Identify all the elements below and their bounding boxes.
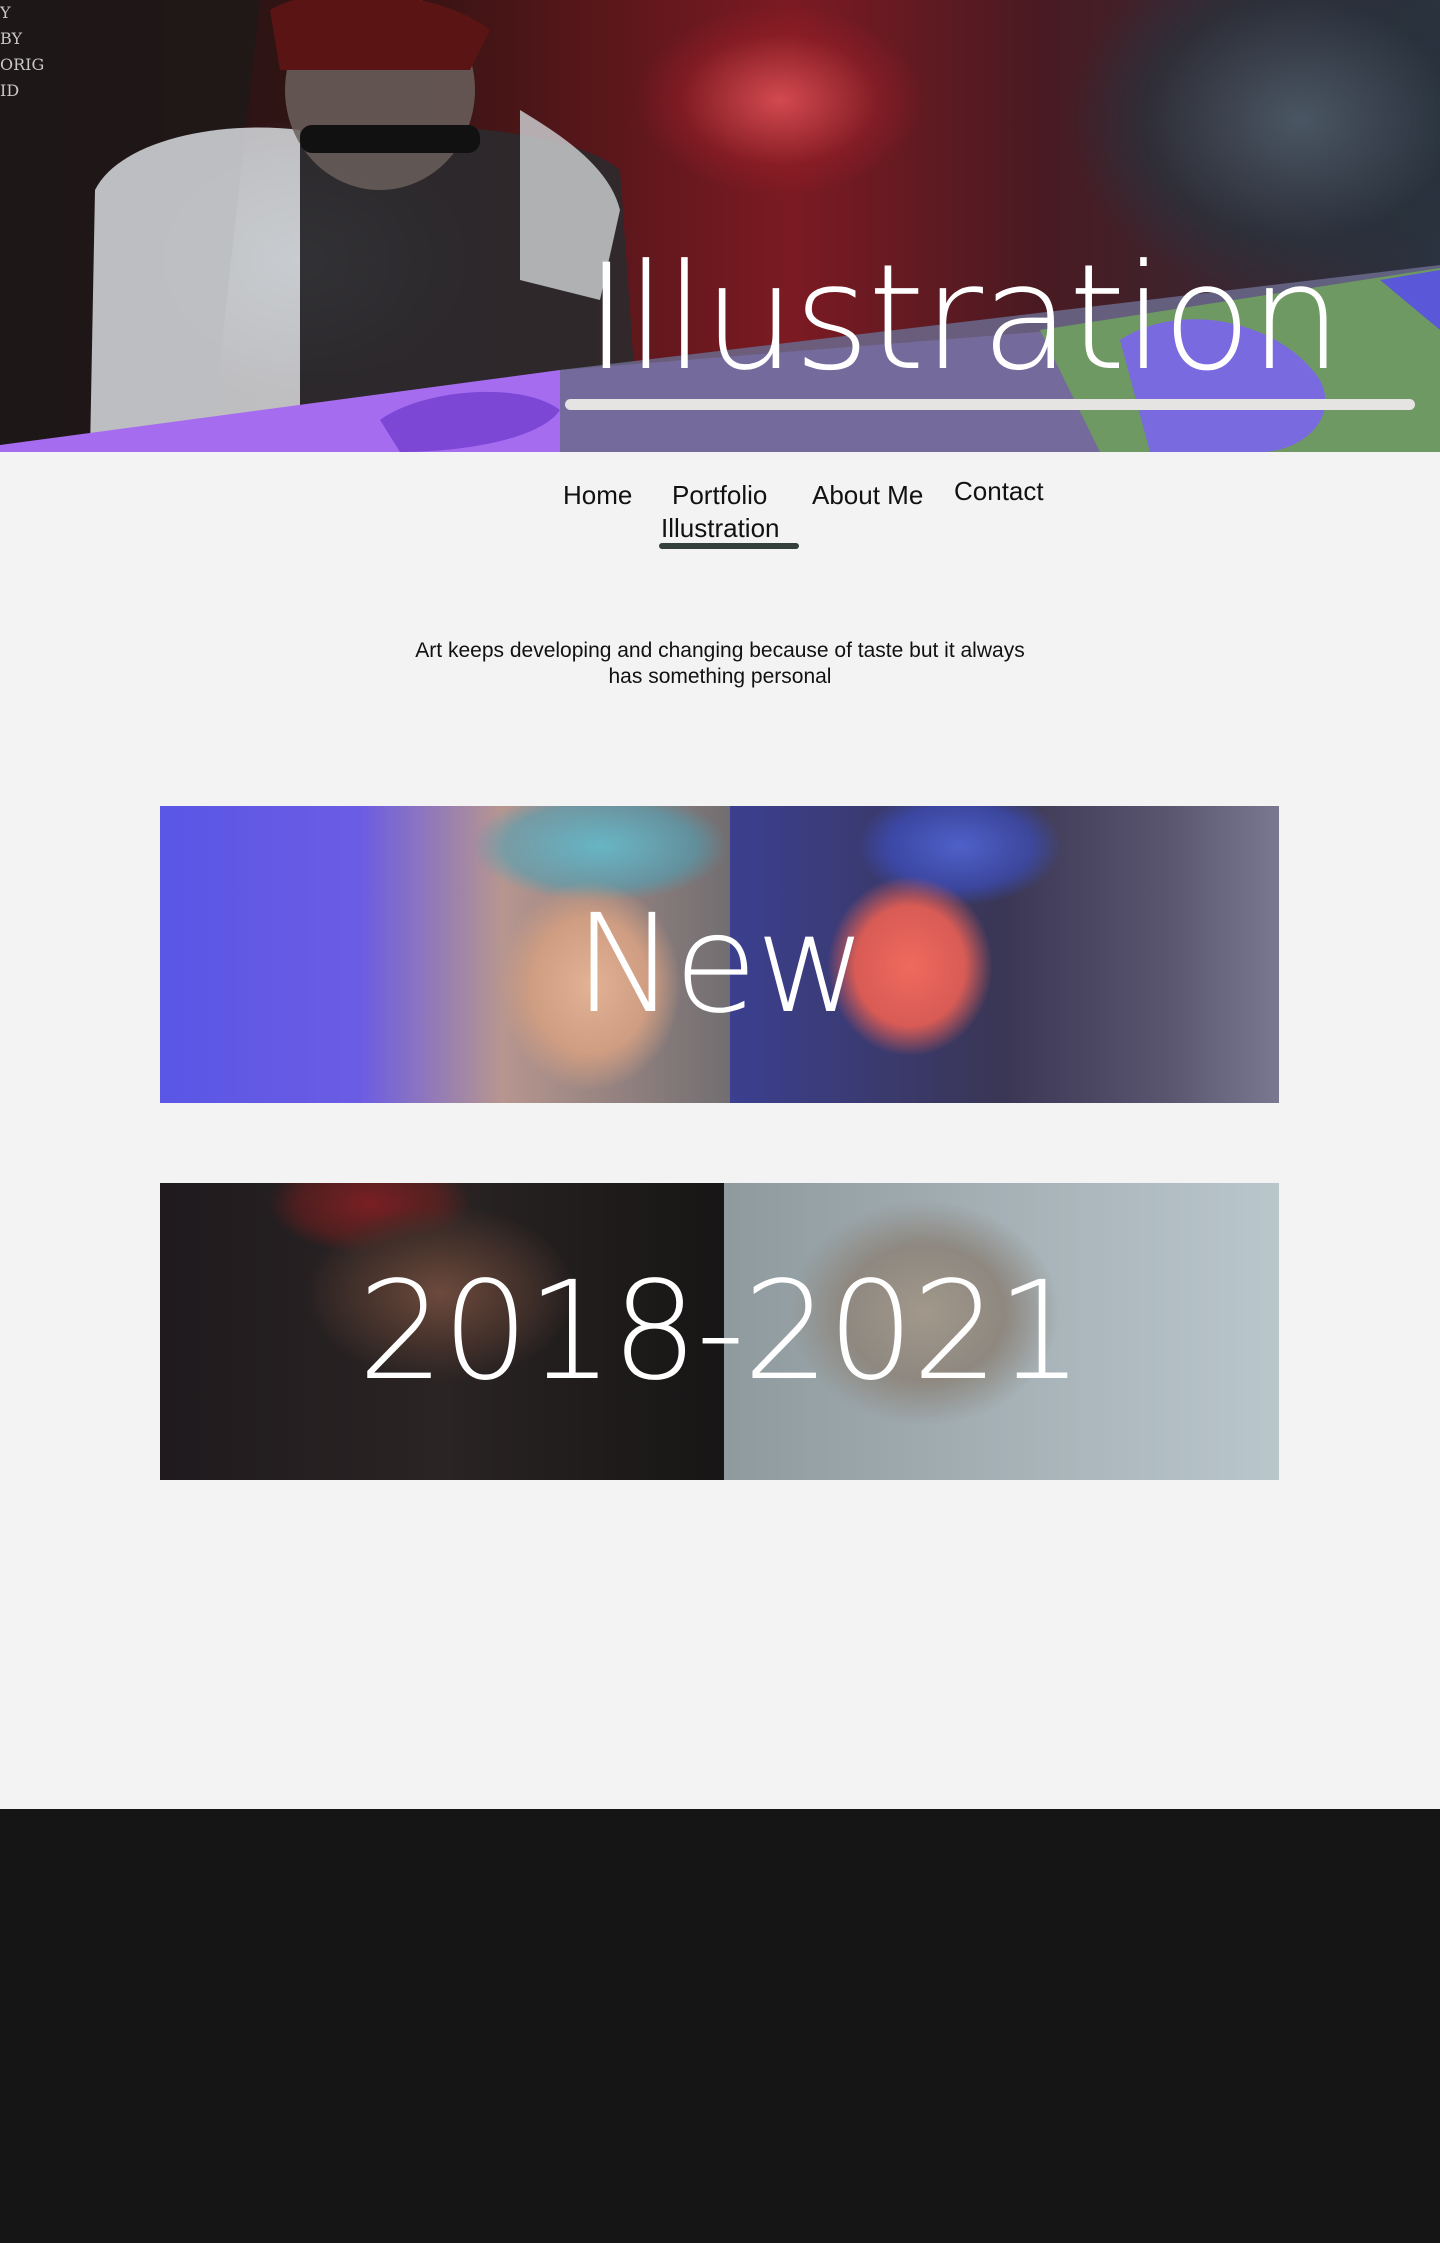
hero-banner: Y BY ORIG ID Illustration xyxy=(0,0,1440,452)
tile-label: 2018-2021 xyxy=(357,1252,1083,1411)
nav-portfolio-link[interactable]: Portfolio xyxy=(672,480,767,511)
tile-label: New xyxy=(574,885,867,1044)
nav-illustration-link[interactable]: Illustration xyxy=(661,513,780,544)
nav-home-link[interactable]: Home xyxy=(563,480,632,511)
page-title: Illustration xyxy=(585,233,1342,403)
hero-divider xyxy=(565,399,1415,410)
intro-tagline: Art keeps developing and changing becaus… xyxy=(415,639,1025,688)
main-nav: Home Portfolio About Me Contact Illustra… xyxy=(0,475,1440,555)
hero-side-text: Y BY ORIG ID xyxy=(0,3,44,100)
gallery-tile-new[interactable]: New xyxy=(160,806,1279,1103)
nav-active-indicator xyxy=(659,543,799,549)
nav-about-link[interactable]: About Me xyxy=(812,480,923,511)
footer xyxy=(0,1809,1440,2243)
gallery-tile-2018-2021[interactable]: 2018-2021 xyxy=(160,1183,1279,1480)
nav-contact-link[interactable]: Contact xyxy=(954,476,1044,507)
